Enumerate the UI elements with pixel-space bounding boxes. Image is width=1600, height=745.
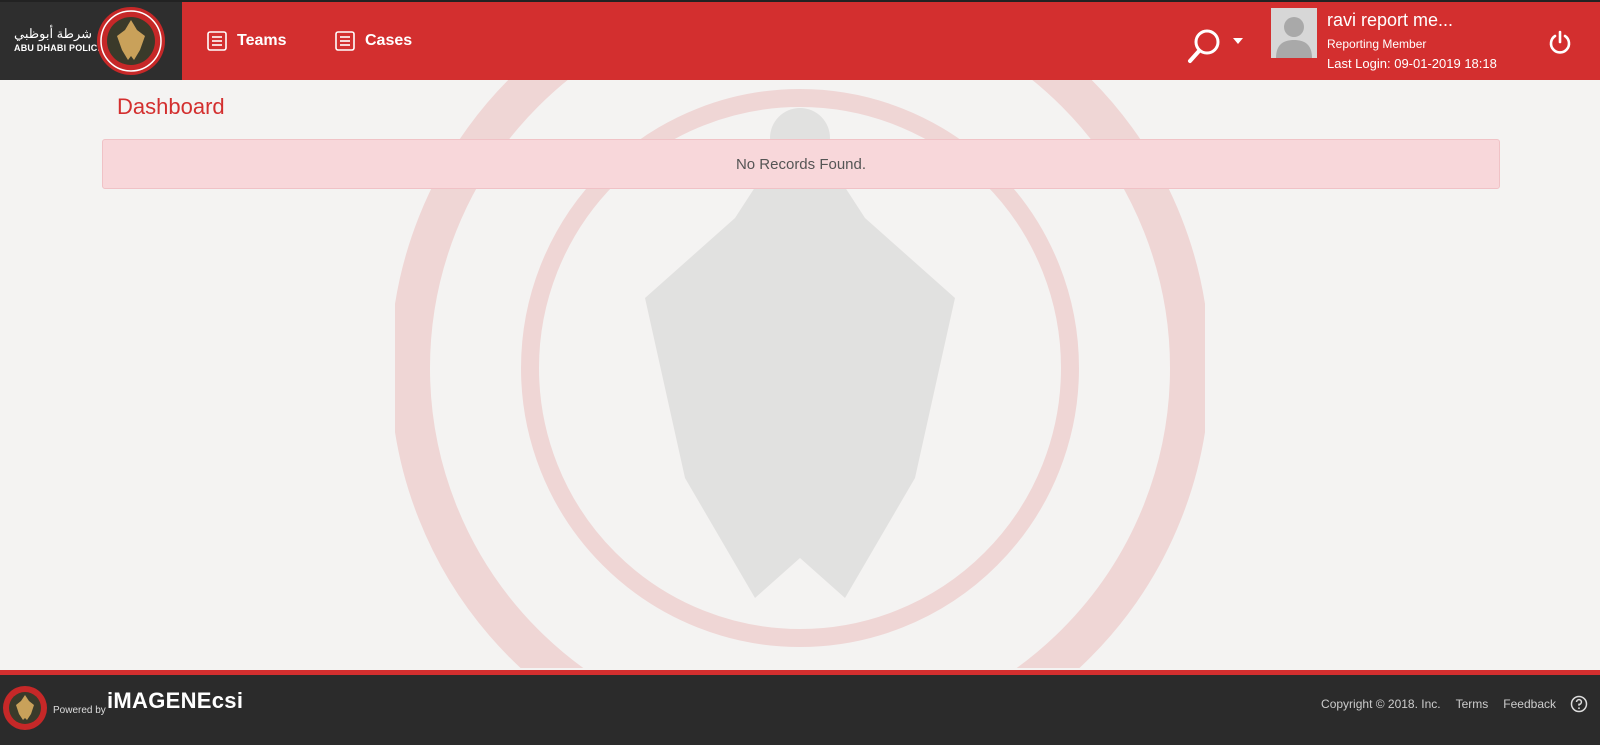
- last-login: Last Login: 09-01-2019 18:18: [1327, 56, 1497, 71]
- user-avatar-icon: [1276, 17, 1312, 58]
- footer-brand: iMAGENEcsi: [107, 688, 244, 713]
- feedback-link[interactable]: Feedback: [1503, 697, 1556, 711]
- falcon-emblem-icon: [97, 7, 165, 75]
- help-icon[interactable]: [1570, 695, 1588, 713]
- falcon-emblem-icon: [3, 686, 47, 730]
- top-navbar: شرطة أبوظبي ABU DHABI POLICE Teams Cases: [0, 0, 1600, 80]
- user-role: Reporting Member: [1327, 37, 1427, 51]
- nav-cases-label: Cases: [365, 32, 413, 49]
- user-name[interactable]: ravi report me...: [1327, 10, 1453, 31]
- search-icon: [1188, 29, 1220, 63]
- footer: Powered by iMAGENEcsi Copyright © 2018. …: [0, 670, 1600, 745]
- brand-logo[interactable]: شرطة أبوظبي ABU DHABI POLICE: [0, 2, 182, 80]
- list-icon: [207, 31, 227, 51]
- list-icon: [335, 31, 355, 51]
- powered-by-label: Powered by: [53, 705, 106, 716]
- brand-english-name: ABU DHABI POLICE: [14, 43, 104, 53]
- avatar[interactable]: [1271, 8, 1317, 58]
- nav-teams[interactable]: Teams: [206, 28, 287, 54]
- terms-link[interactable]: Terms: [1456, 697, 1489, 711]
- footer-links: Copyright © 2018. Inc. Terms Feedback: [1306, 695, 1588, 713]
- power-icon[interactable]: [1547, 30, 1573, 56]
- page-title: Dashboard: [117, 94, 225, 119]
- copyright: Copyright © 2018. Inc.: [1321, 697, 1441, 711]
- no-records-alert: No Records Found.: [102, 139, 1500, 189]
- nav-teams-label: Teams: [237, 32, 287, 49]
- caret-down-icon: [1233, 38, 1243, 44]
- nav-cases[interactable]: Cases: [334, 28, 412, 54]
- search-dropdown-button[interactable]: [1186, 28, 1246, 68]
- brand-arabic-name: شرطة أبوظبي: [14, 26, 93, 41]
